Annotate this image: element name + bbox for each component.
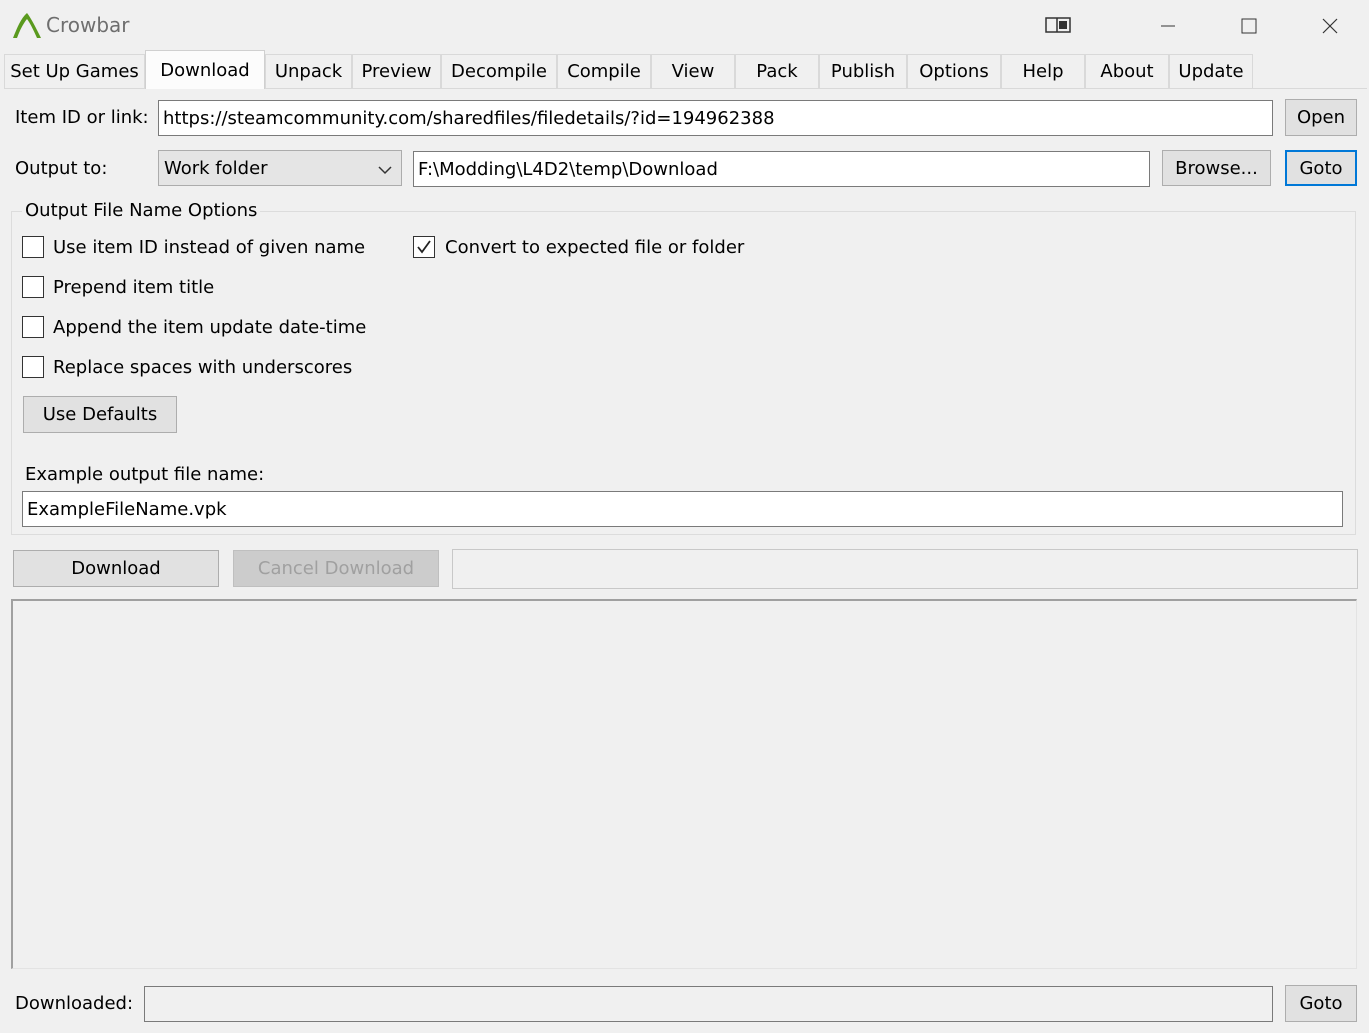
replace-spaces-label: Replace spaces with underscores (53, 357, 353, 378)
prepend-title-checkbox[interactable] (22, 276, 44, 298)
checkmark-icon (417, 240, 431, 254)
close-button[interactable] (1291, 0, 1369, 52)
use-item-id-checkbox[interactable] (22, 236, 44, 258)
download-progress-bar (452, 549, 1358, 589)
use-item-id-label: Use item ID instead of given name (53, 237, 366, 258)
append-datetime-checkbox[interactable] (22, 316, 44, 338)
output-goto-button[interactable]: Goto (1285, 150, 1357, 186)
downloaded-goto-button[interactable]: Goto (1285, 985, 1357, 1022)
tab-view[interactable]: View (651, 54, 735, 88)
output-path-input[interactable]: F:\Modding\L4D2\temp\Download (413, 151, 1150, 187)
replace-spaces-checkbox[interactable] (22, 356, 44, 378)
open-button[interactable]: Open (1285, 99, 1357, 136)
prepend-title-label: Prepend item title (53, 277, 215, 298)
tab-publish[interactable]: Publish (819, 54, 907, 88)
snap-layout-icon[interactable] (1042, 14, 1074, 36)
use-defaults-button[interactable]: Use Defaults (23, 396, 177, 433)
chevron-down-icon (377, 161, 393, 182)
tab-download[interactable]: Download (145, 50, 265, 89)
convert-expected-checkbox[interactable] (413, 236, 435, 258)
tab-preview[interactable]: Preview (352, 54, 441, 88)
cancel-download-button: Cancel Download (233, 550, 439, 587)
title-bar: Crowbar (0, 0, 1369, 52)
tab-unpack[interactable]: Unpack (265, 54, 352, 88)
downloaded-label: Downloaded: (15, 993, 134, 1014)
tab-update[interactable]: Update (1169, 54, 1253, 88)
tab-options[interactable]: Options (907, 54, 1001, 88)
minimize-button[interactable] (1129, 0, 1207, 52)
tab-about[interactable]: About (1085, 54, 1169, 88)
output-location-value: Work folder (164, 157, 268, 179)
tab-set-up-games[interactable]: Set Up Games (4, 54, 145, 88)
downloaded-path-field (144, 986, 1273, 1022)
browse-button[interactable]: Browse... (1162, 150, 1271, 186)
download-button[interactable]: Download (13, 550, 219, 587)
group-title: Output File Name Options (22, 200, 261, 221)
example-output-field: ExampleFileName.vpk (22, 491, 1343, 527)
log-output-area[interactable] (11, 599, 1357, 969)
crowbar-logo-icon (11, 10, 43, 40)
tab-pack[interactable]: Pack (735, 54, 819, 88)
output-to-label: Output to: (15, 158, 108, 179)
append-datetime-label: Append the item update date-time (53, 317, 367, 338)
tab-help[interactable]: Help (1001, 54, 1085, 88)
example-output-label: Example output file name: (25, 464, 265, 485)
output-location-select[interactable]: Work folder (158, 150, 402, 186)
window-title: Crowbar (46, 13, 130, 37)
maximize-button[interactable] (1210, 0, 1288, 52)
tab-compile[interactable]: Compile (557, 54, 651, 88)
item-id-label: Item ID or link: (15, 107, 149, 128)
convert-expected-label: Convert to expected file or folder (445, 237, 745, 258)
item-id-input[interactable]: https://steamcommunity.com/sharedfiles/f… (158, 100, 1273, 136)
tab-decompile[interactable]: Decompile (441, 54, 557, 88)
